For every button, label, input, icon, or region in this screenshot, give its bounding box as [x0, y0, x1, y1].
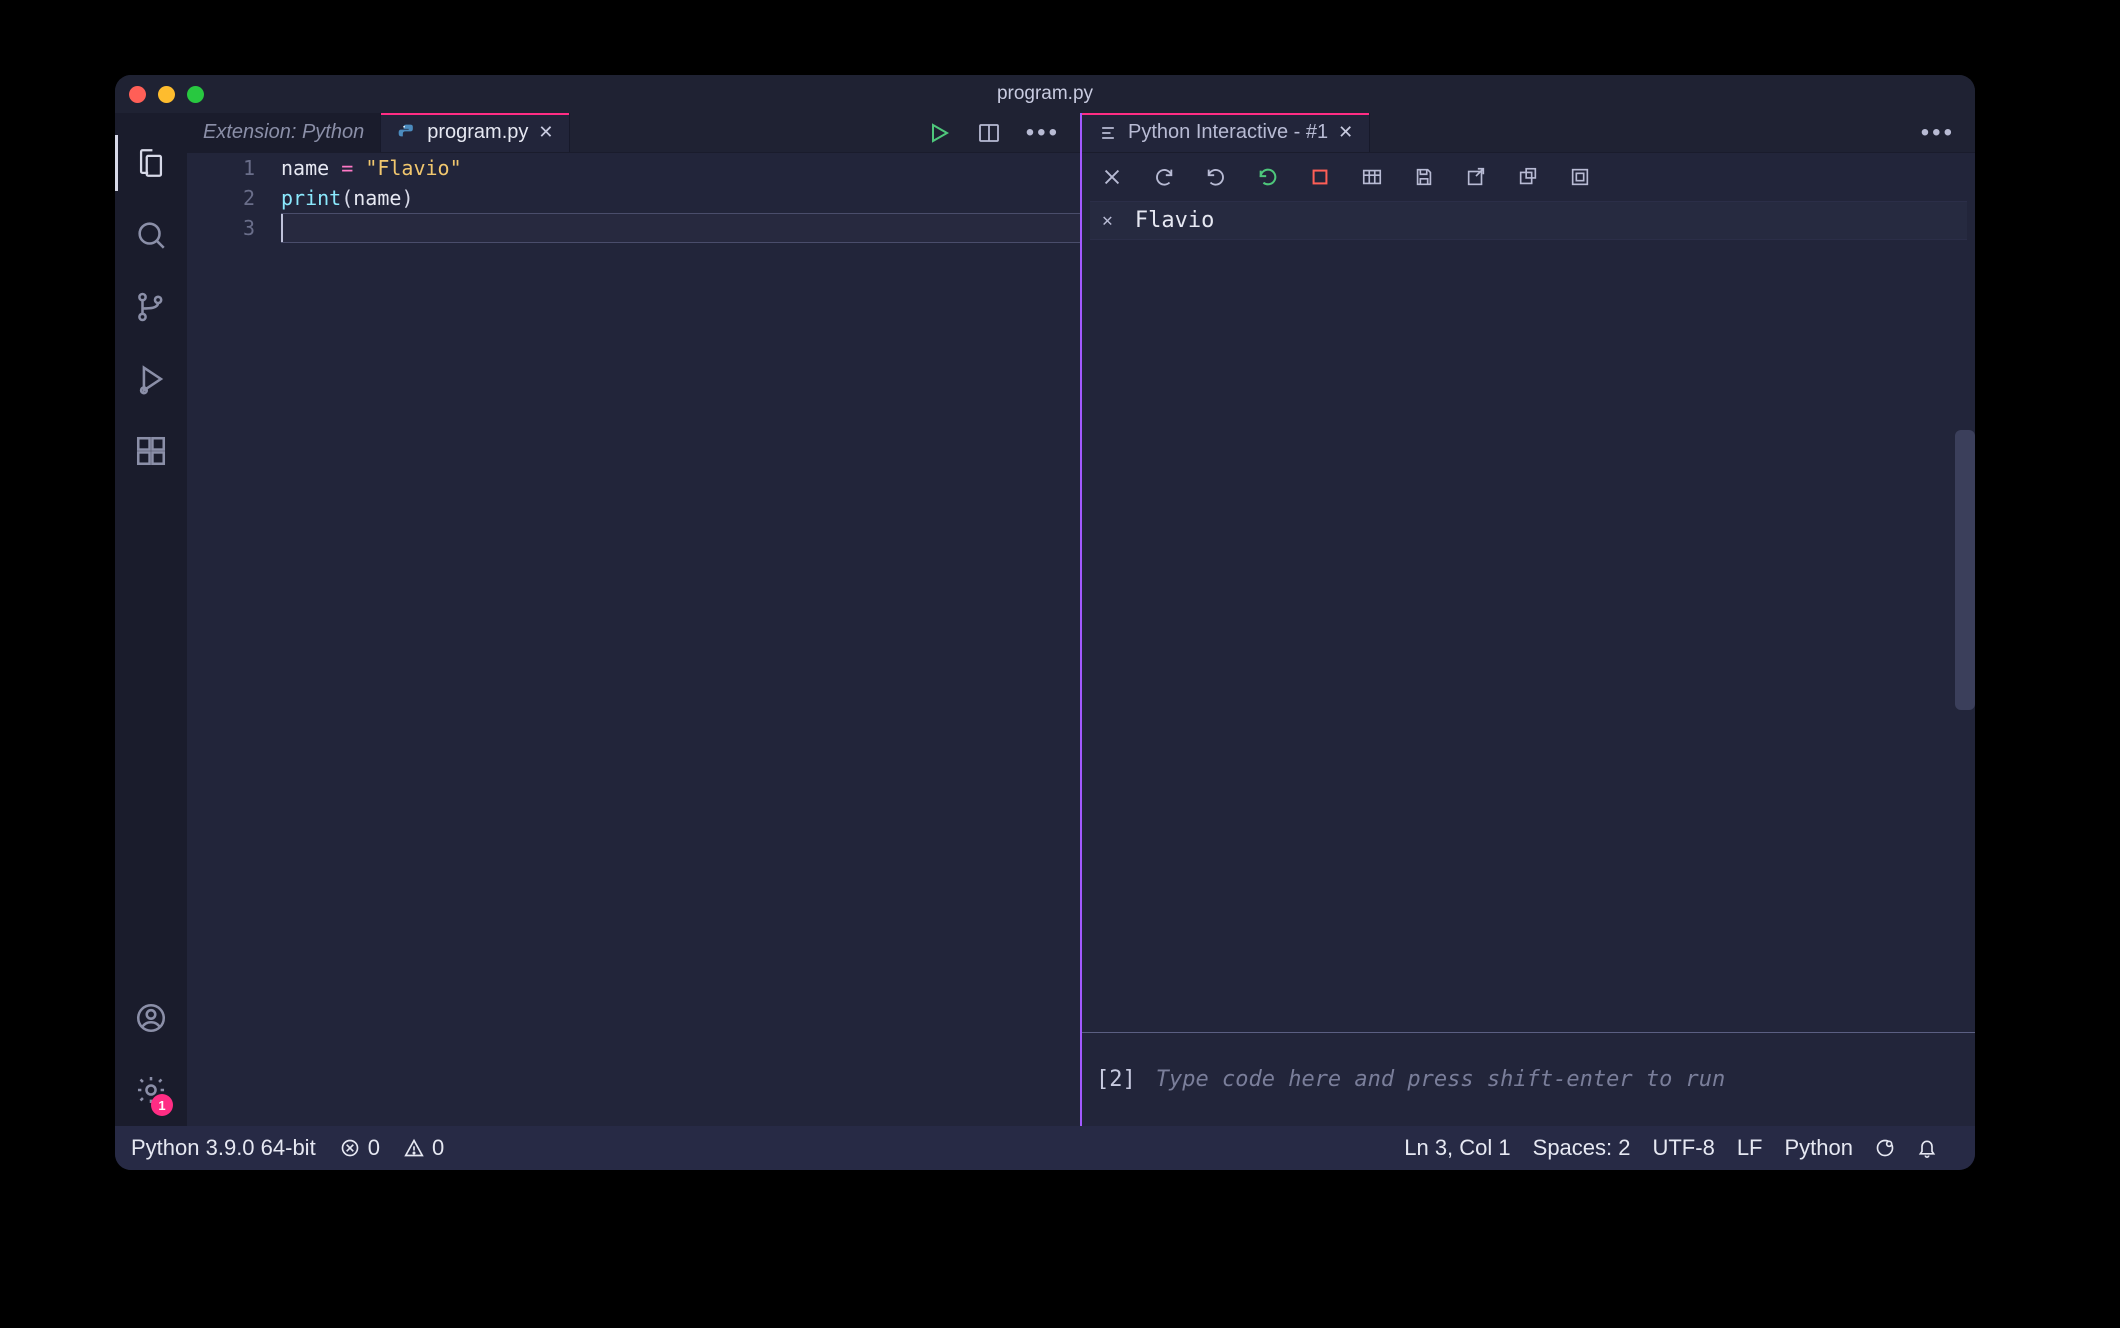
activity-settings[interactable]: 1	[115, 1054, 187, 1126]
status-encoding[interactable]: UTF-8	[1652, 1135, 1714, 1161]
extensions-icon	[134, 434, 168, 468]
python-file-icon	[397, 123, 417, 143]
split-editor-button[interactable]	[976, 120, 1002, 146]
close-icon[interactable]: ✕	[1338, 122, 1353, 143]
input-placeholder: Type code here and press shift-enter to …	[1156, 1067, 1726, 1092]
activity-accounts[interactable]	[115, 982, 187, 1054]
interactive-output: ✕ Flavio	[1090, 201, 1967, 240]
tab-program-py[interactable]: program.py ✕	[381, 113, 570, 152]
editor[interactable]: 123 name = "Flavio"print(name)	[187, 153, 1080, 1126]
scrollbar[interactable]	[1955, 430, 1975, 710]
more-actions-button[interactable]: •••	[1921, 119, 1955, 147]
status-feedback[interactable]	[1875, 1138, 1895, 1158]
status-errors[interactable]: 0	[340, 1135, 380, 1161]
bell-icon	[1917, 1138, 1937, 1158]
debug-icon	[134, 362, 168, 396]
tabs-left: Extension: Python program.py ✕ •••	[187, 113, 1080, 153]
interactive-panel: ✕ Flavio [2] Type code here and press sh…	[1082, 153, 1975, 1126]
gutter: 123	[187, 153, 281, 1126]
status-warnings[interactable]: 0	[404, 1135, 444, 1161]
tab-actions-right: •••	[1901, 113, 1975, 152]
feedback-icon	[1875, 1138, 1895, 1158]
traffic-lights	[129, 86, 204, 103]
activity-run-debug[interactable]	[115, 343, 187, 415]
remove-output-button[interactable]: ✕	[1102, 210, 1113, 231]
activity-extensions[interactable]	[115, 415, 187, 487]
restart-kernel-button[interactable]	[1256, 165, 1280, 189]
settings-badge: 1	[151, 1094, 173, 1116]
activity-explorer[interactable]	[115, 127, 187, 199]
code-line	[281, 213, 1080, 243]
output-row: ✕ Flavio	[1090, 202, 1967, 239]
titlebar: program.py	[115, 75, 1975, 113]
output-text: Flavio	[1135, 208, 1214, 233]
status-language[interactable]: Python	[1785, 1135, 1854, 1161]
status-python-interpreter[interactable]: Python 3.9.0 64-bit	[131, 1135, 316, 1161]
undo-icon[interactable]	[1204, 165, 1228, 189]
interactive-input[interactable]: [2] Type code here and press shift-enter…	[1082, 1032, 1975, 1126]
status-spaces[interactable]: Spaces: 2	[1533, 1135, 1631, 1161]
tab-label: Python Interactive - #1	[1128, 121, 1328, 144]
redo-icon[interactable]	[1152, 165, 1176, 189]
warning-icon	[404, 1138, 424, 1158]
window-title: program.py	[115, 83, 1975, 105]
collapse-button[interactable]	[1568, 165, 1592, 189]
statusbar: Python 3.9.0 64-bit 0 0 Ln 3, Col 1 Spac…	[115, 1126, 1975, 1170]
clear-all-button[interactable]	[1100, 165, 1124, 189]
run-button[interactable]	[926, 120, 952, 146]
export-button[interactable]	[1464, 165, 1488, 189]
tab-extension-python[interactable]: Extension: Python	[187, 113, 381, 152]
code-line: name = "Flavio"	[281, 153, 1080, 183]
editor-group-left: Extension: Python program.py ✕ •••	[187, 113, 1081, 1126]
status-ln-col[interactable]: Ln 3, Col 1	[1404, 1135, 1510, 1161]
tabs-right: Python Interactive - #1 ✕ •••	[1082, 113, 1975, 153]
account-icon	[134, 1001, 168, 1035]
tab-python-interactive[interactable]: Python Interactive - #1 ✕	[1082, 113, 1370, 152]
tab-label: Extension: Python	[203, 121, 364, 144]
status-notifications[interactable]	[1917, 1138, 1937, 1158]
interactive-toolbar	[1082, 153, 1975, 201]
close-icon[interactable]: ✕	[538, 122, 553, 143]
interactive-icon	[1098, 123, 1118, 143]
editor-area: Extension: Python program.py ✕ •••	[187, 113, 1975, 1126]
code-lines: name = "Flavio"print(name)	[281, 153, 1080, 1126]
activity-bar: 1	[115, 113, 187, 1126]
git-branch-icon	[134, 290, 168, 324]
tab-actions-left: •••	[906, 113, 1080, 152]
interactive-body	[1082, 240, 1975, 1032]
variables-button[interactable]	[1360, 165, 1384, 189]
more-actions-button[interactable]: •••	[1026, 119, 1060, 147]
code-line: print(name)	[281, 183, 1080, 213]
status-eol[interactable]: LF	[1737, 1135, 1763, 1161]
error-icon	[340, 1138, 360, 1158]
expand-button[interactable]	[1516, 165, 1540, 189]
tab-label: program.py	[427, 121, 528, 144]
interrupt-kernel-button[interactable]	[1308, 165, 1332, 189]
search-icon	[134, 218, 168, 252]
maximize-window-button[interactable]	[187, 86, 204, 103]
activity-search[interactable]	[115, 199, 187, 271]
save-button[interactable]	[1412, 165, 1436, 189]
close-window-button[interactable]	[129, 86, 146, 103]
editor-group-right: Python Interactive - #1 ✕ •••	[1081, 113, 1975, 1126]
vscode-window: program.py 1	[115, 75, 1975, 1170]
input-index: [2]	[1096, 1067, 1136, 1092]
minimize-window-button[interactable]	[158, 86, 175, 103]
files-icon	[134, 146, 168, 180]
activity-source-control[interactable]	[115, 271, 187, 343]
